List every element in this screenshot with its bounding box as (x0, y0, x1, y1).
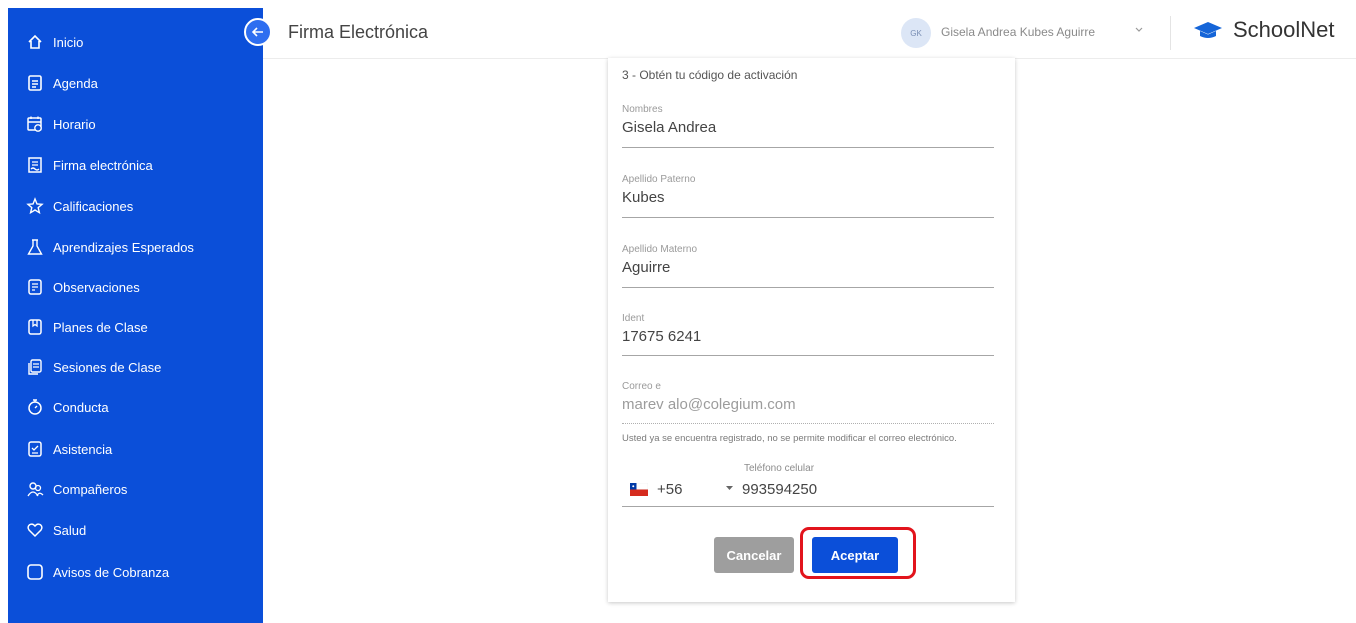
email-helper-text: Usted ya se encuentra registrado, no se … (622, 433, 957, 444)
field-underline (622, 287, 994, 288)
field-underline (622, 506, 994, 507)
graduation-cap-icon (1194, 22, 1222, 38)
signature-document-icon (26, 156, 44, 174)
sidebar-item-agenda[interactable]: Agenda (8, 68, 263, 98)
sidebar-item-label: Sesiones de Clase (53, 359, 162, 375)
heart-icon (26, 521, 44, 539)
caret-down-icon[interactable] (725, 485, 734, 491)
user-menu[interactable]: Gisela Andrea Kubes Aguirre (941, 25, 1095, 39)
sidebar-item-sesiones-de-clase[interactable]: Sesiones de Clase (8, 352, 263, 382)
sidebar-item-label: Compañeros (53, 481, 128, 497)
sidebar-item-conducta[interactable]: Conducta (8, 392, 263, 422)
field-label: Ident (622, 313, 645, 324)
phone-number-input[interactable]: 993594250 (742, 481, 817, 498)
flask-icon (26, 238, 44, 256)
sidebar-item-label: Observaciones (53, 279, 140, 295)
brand-name: SchoolNet (1233, 17, 1335, 42)
sidebar-item-label: Firma electrónica (53, 157, 153, 173)
sidebar-item-label: Agenda (53, 75, 98, 91)
sidebar-item-label: Inicio (53, 34, 84, 50)
sidebar-item-label: Conducta (53, 399, 109, 415)
sidebar-item-label: Salud (53, 522, 87, 538)
nombres-field[interactable]: Nombres Gisela Andrea (622, 104, 994, 148)
bookmark-icon (26, 318, 44, 336)
sidebar-item-planes-de-clase[interactable]: Planes de Clase (8, 312, 263, 342)
apellido-paterno-field[interactable]: Apellido Paterno Kubes (622, 174, 994, 218)
field-label: Correo e (622, 381, 661, 392)
field-underline (622, 217, 994, 218)
card-subtitle: 3 - Obtén tu código de activación (622, 68, 798, 82)
activation-card: 3 - Obtén tu código de activación Nombre… (608, 58, 1015, 602)
field-value[interactable]: Gisela Andrea (622, 119, 994, 136)
field-value: marev alo@colegium.com (622, 396, 796, 413)
sidebar-item-firma-electronica[interactable]: Firma electrónica (8, 150, 263, 180)
chevron-down-icon[interactable] (1135, 27, 1143, 33)
header: Firma Electrónica GK Gisela Andrea Kubes… (263, 8, 1356, 59)
sidebar-item-label: Asistencia (53, 441, 113, 457)
home-icon (26, 33, 44, 51)
sidebar-item-label: Aprendizajes Esperados (53, 239, 194, 255)
sidebar-item-label: Avisos de Cobranza (53, 564, 170, 580)
sidebar-item-avisos-de-cobranza[interactable]: Avisos de Cobranza (8, 557, 263, 587)
calendar-clock-icon (26, 115, 44, 133)
phone-field[interactable]: +56 993594250 (622, 481, 994, 507)
sidebar-item-companeros[interactable]: Compañeros (8, 474, 263, 504)
chile-flag-icon[interactable] (630, 483, 648, 496)
sidebar: Inicio Agenda Horario Firma electrónica … (8, 8, 263, 623)
correo-field: Correo e marev alo@colegium.com (622, 381, 994, 424)
field-value[interactable]: Aguirre (622, 259, 994, 276)
field-underline (622, 147, 994, 148)
field-value[interactable]: 17675 6241 (622, 328, 994, 345)
sidebar-item-salud[interactable]: Salud (8, 515, 263, 545)
cancel-button[interactable]: Cancelar (714, 537, 794, 573)
field-value[interactable]: Kubes (622, 189, 994, 206)
accept-button[interactable]: Aceptar (812, 537, 898, 573)
stopwatch-icon (26, 398, 44, 416)
country-code[interactable]: +56 (657, 481, 682, 498)
ident-field[interactable]: Ident 17675 6241 (622, 313, 994, 356)
star-icon (26, 197, 44, 215)
copy-icon (26, 358, 44, 376)
field-label: Apellido Paterno (622, 174, 696, 185)
sidebar-item-horario[interactable]: Horario (8, 109, 263, 139)
apellido-materno-field[interactable]: Apellido Materno Aguirre (622, 244, 994, 288)
collapse-sidebar-button[interactable] (244, 18, 272, 46)
field-underline (622, 355, 994, 356)
sidebar-item-label: Calificaciones (53, 198, 134, 214)
page-title: Firma Electrónica (288, 22, 429, 42)
sidebar-item-aprendizajes-esperados[interactable]: Aprendizajes Esperados (8, 232, 263, 262)
agenda-icon (26, 74, 44, 92)
sidebar-item-inicio[interactable]: Inicio (8, 27, 263, 57)
people-icon (26, 480, 44, 498)
field-underline-disabled (622, 423, 994, 424)
sidebar-item-label: Planes de Clase (53, 319, 148, 335)
square-icon (26, 563, 44, 581)
brand-logo: SchoolNet (1193, 17, 1335, 43)
checklist-icon (26, 440, 44, 458)
sidebar-item-asistencia[interactable]: Asistencia (8, 434, 263, 464)
note-icon (26, 278, 44, 296)
field-label: Nombres (622, 104, 663, 115)
field-label: Apellido Materno (622, 244, 698, 255)
header-divider (1170, 16, 1171, 50)
sidebar-item-calificaciones[interactable]: Calificaciones (8, 191, 263, 221)
avatar[interactable]: GK (901, 18, 931, 48)
sidebar-item-observaciones[interactable]: Observaciones (8, 272, 263, 302)
arrow-left-icon (251, 27, 263, 37)
phone-label: Teléfono celular (744, 463, 815, 474)
sidebar-item-label: Horario (53, 116, 96, 132)
